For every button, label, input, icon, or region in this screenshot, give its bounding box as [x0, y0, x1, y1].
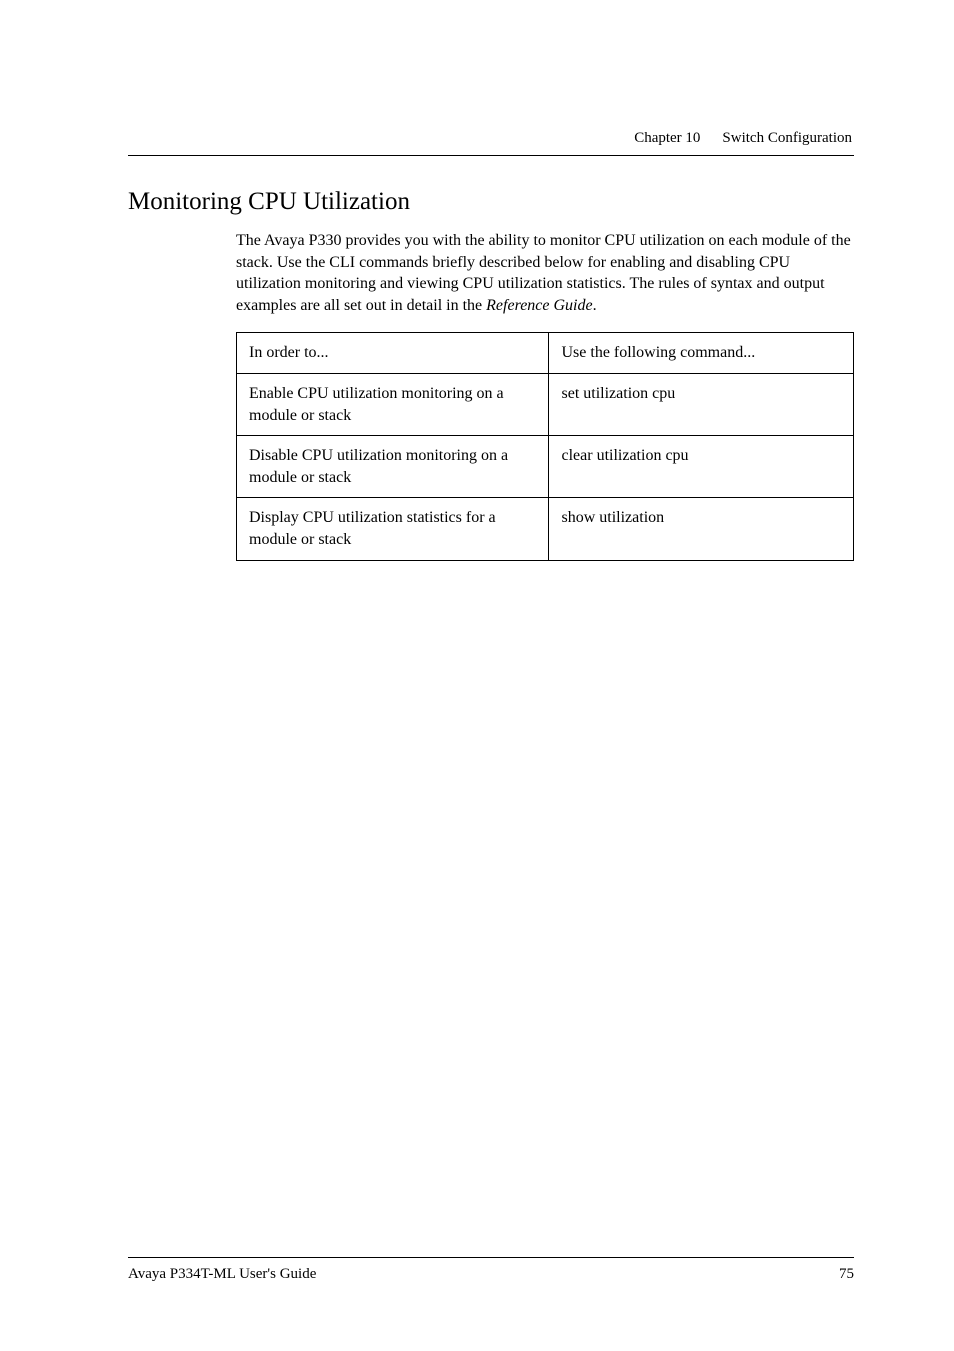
header-divider: [128, 155, 854, 156]
table-cell-left: Disable CPU utilization monitoring on a …: [237, 436, 549, 498]
table-cell-right: clear utilization cpu: [549, 436, 854, 498]
table-row: Disable CPU utilization monitoring on a …: [237, 436, 854, 498]
table-row: Display CPU utilization statistics for a…: [237, 498, 854, 560]
footer-page-number: 75: [839, 1266, 854, 1283]
table-cell-left: Display CPU utilization statistics for a…: [237, 498, 549, 560]
chapter-header: Chapter 10 Switch Configuration: [128, 130, 854, 155]
page-footer: Avaya P334T-ML User's Guide 75: [128, 1257, 854, 1283]
table-cell-right: set utilization cpu: [549, 373, 854, 435]
table-header-row: In order to... Use the following command…: [237, 333, 854, 374]
table-header-left: In order to...: [237, 333, 549, 374]
section-paragraph: The Avaya P330 provides you with the abi…: [236, 230, 854, 316]
footer-guide-name: Avaya P334T-ML User's Guide: [128, 1266, 316, 1283]
footer-divider: [128, 1257, 854, 1258]
table-row: Enable CPU utilization monitoring on a m…: [237, 373, 854, 435]
table-header-right: Use the following command...: [549, 333, 854, 374]
paragraph-text-2: .: [593, 297, 597, 314]
section-heading: Monitoring CPU Utilization: [128, 188, 854, 216]
paragraph-italic: Reference Guide: [486, 297, 592, 314]
table-cell-right: show utilization: [549, 498, 854, 560]
chapter-label: Chapter 10: [634, 130, 700, 146]
command-table: In order to... Use the following command…: [236, 332, 854, 560]
table-cell-left: Enable CPU utilization monitoring on a m…: [237, 373, 549, 435]
chapter-title: Switch Configuration: [722, 130, 852, 146]
